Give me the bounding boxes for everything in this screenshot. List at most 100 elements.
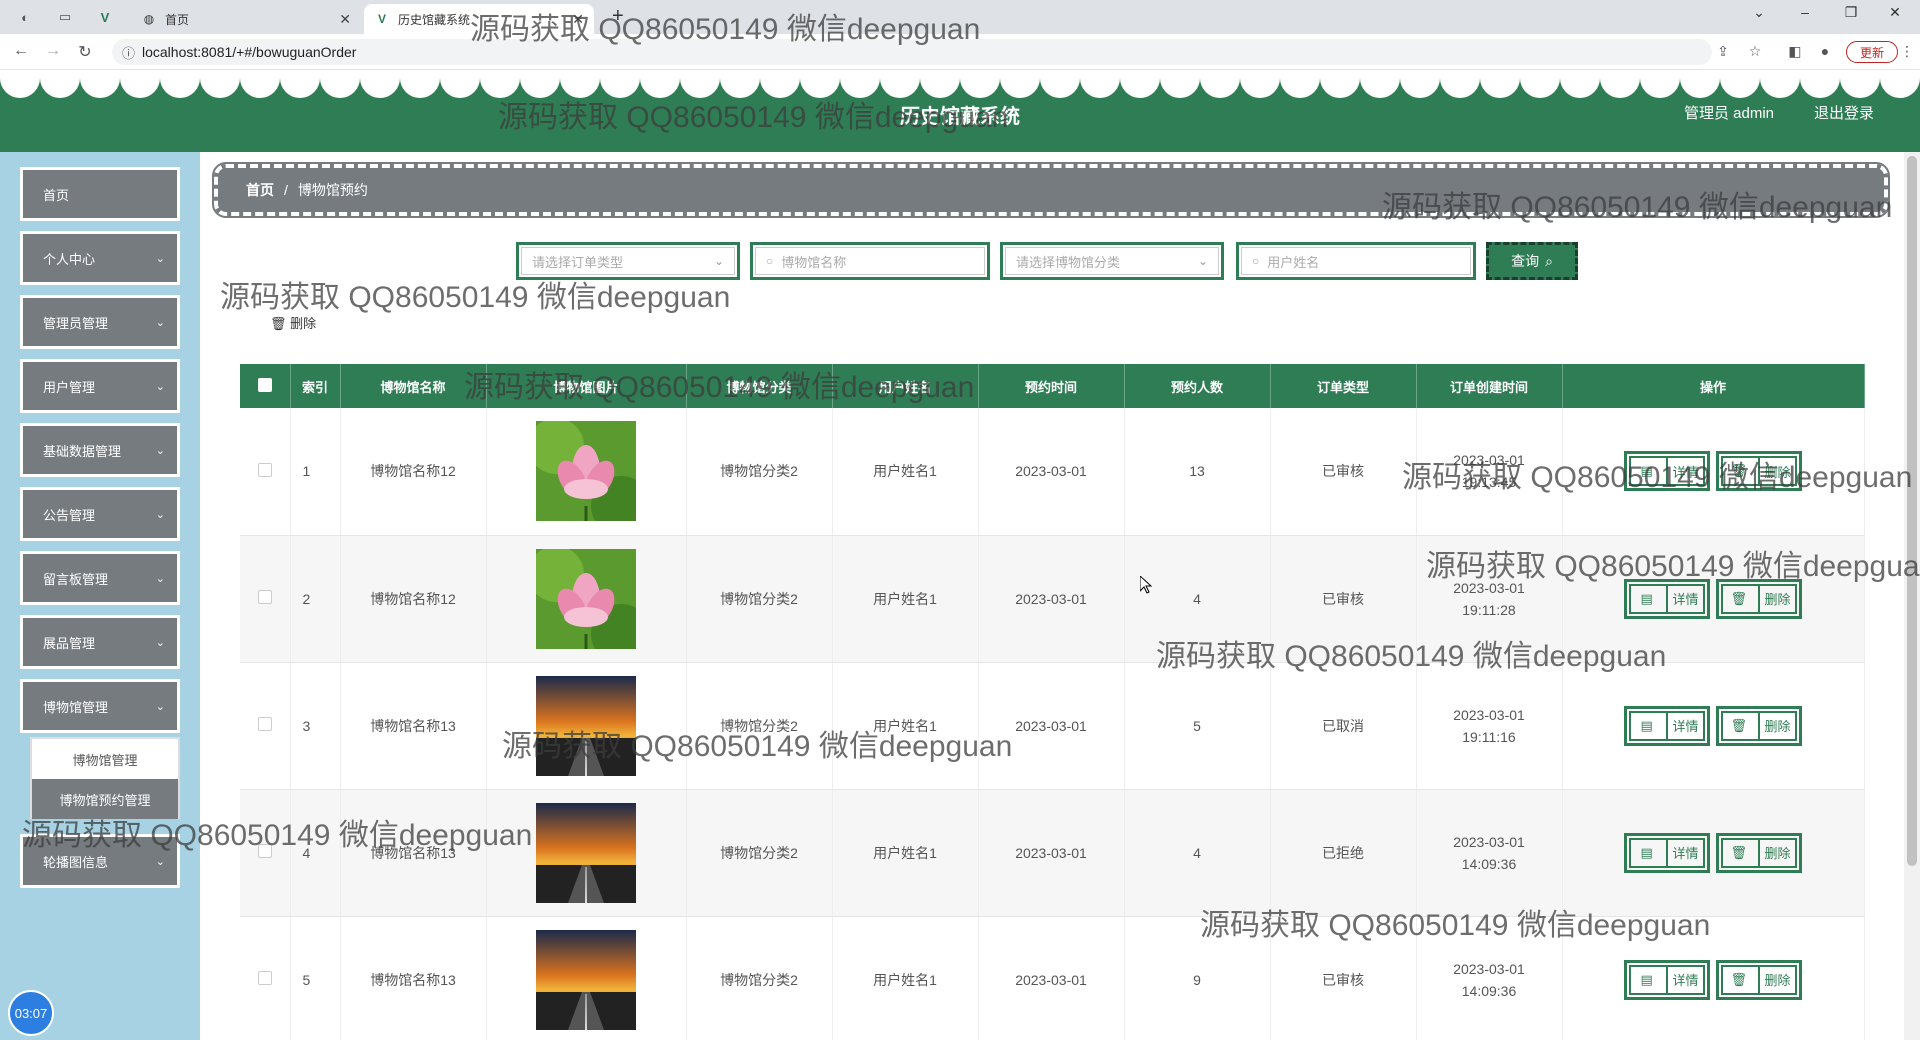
museum-name-input[interactable]: ○ 博物馆名称 (750, 242, 990, 280)
scallop-shape (1440, 70, 1480, 98)
cell-count: 4 (1124, 535, 1271, 663)
detail-button[interactable]: ▤ 详情 (1624, 451, 1710, 492)
vue-tab-icon[interactable]: V (92, 6, 118, 28)
logout-link[interactable]: 退出登录 (1814, 102, 1874, 123)
cell-actions: ▤ 详情 🗑 删除 (1562, 916, 1865, 1040)
row-checkbox[interactable] (257, 717, 272, 731)
forward-icon[interactable]: → (42, 42, 64, 60)
cell-category: 博物馆分类2 (686, 408, 833, 536)
trash-icon: 🗑 (1722, 457, 1759, 486)
sidebar-item-7[interactable]: 展品管理 ⌄ (20, 615, 180, 669)
scallop-shape (960, 70, 1000, 98)
sidebar-item-label: 博物馆管理 (43, 699, 109, 715)
detail-button[interactable]: ▤ 详情 (1624, 959, 1710, 1000)
sidebar-item-8[interactable]: 博物馆管理 ⌄ (20, 679, 180, 733)
submenu-item-museum-order[interactable]: 博物馆预约管理 (32, 779, 178, 819)
reload-icon[interactable]: ↻ (74, 42, 96, 62)
share-icon[interactable]: ⇪ (1712, 43, 1734, 60)
sidebar-item-9[interactable]: 轮播图信息 ⌄ (20, 834, 180, 888)
museum-thumbnail[interactable] (536, 802, 636, 903)
scallop-shape (640, 70, 680, 98)
breadcrumb-home[interactable]: 首页 (246, 180, 274, 200)
table-row: 4 博物馆名称13 博物馆分类2 用户姓名1 2023-03-01 4 已拒绝 2023-03… (240, 789, 1865, 917)
user-name-input[interactable]: ○ 用户姓名 (1236, 242, 1476, 280)
trash-icon: 🗑 (1722, 584, 1759, 613)
column-header[interactable]: 博物馆图片 (486, 364, 687, 408)
cell-index: 3 (290, 662, 341, 790)
bookmark-star-icon[interactable]: ☆ (1744, 43, 1766, 60)
page-scrollbar-thumb[interactable] (1907, 156, 1917, 866)
column-header[interactable]: 预约人数 (1124, 364, 1271, 408)
sidebar-item-5[interactable]: 公告管理 ⌄ (20, 487, 180, 541)
scallop-shape (1480, 70, 1520, 98)
sidebar-item-0[interactable]: 首页 (20, 167, 180, 221)
breadcrumb: 首页 / 博物馆预约 (212, 162, 1890, 218)
window-close-icon[interactable]: ✕ (1880, 4, 1910, 21)
browser-tab-home[interactable]: ◍ 首页 ✕ (131, 4, 361, 34)
delete-button[interactable]: 🗑 删除 (1716, 832, 1802, 873)
minimize-icon[interactable]: – (1790, 4, 1820, 20)
row-checkbox[interactable] (257, 844, 272, 858)
address-bar[interactable]: ⓘ localhost:8081/+#/bowuguanOrder (112, 39, 1712, 65)
back-icon[interactable]: ← (10, 42, 32, 60)
detail-button[interactable]: ▤ 详情 (1624, 705, 1710, 746)
cell-museum-name: 博物馆名称13 (340, 789, 487, 917)
delete-button[interactable]: 🗑 删除 (1716, 578, 1802, 619)
column-header[interactable]: 博物馆名称 (340, 364, 487, 408)
sidepanel-icon[interactable]: ◧ (1784, 43, 1806, 60)
detail-button[interactable]: ▤ 详情 (1624, 578, 1710, 619)
museum-thumbnail[interactable] (536, 548, 636, 649)
museum-category-select[interactable]: 请选择博物馆分类 ⌄ (1000, 242, 1224, 280)
delete-button[interactable]: 🗑 删除 (1716, 959, 1802, 1000)
info-icon[interactable]: ⓘ (122, 43, 135, 62)
delete-button[interactable]: 🗑 删除 (1716, 705, 1802, 746)
museum-thumbnail[interactable] (536, 421, 636, 522)
sidebar-item-6[interactable]: 留言板管理 ⌄ (20, 551, 180, 605)
row-checkbox[interactable] (257, 462, 272, 477)
chevron-down-icon: ⌄ (155, 701, 165, 713)
scallop-shape (1880, 70, 1920, 98)
batch-delete-button[interactable]: 🗑 删除 (270, 313, 316, 332)
browser-tab-active[interactable]: V 历史馆藏系统 ✕ (364, 4, 594, 34)
sidebar-item-3[interactable]: 用户管理 ⌄ (20, 359, 180, 413)
restore-icon[interactable]: ❐ (1836, 4, 1866, 21)
row-checkbox[interactable] (257, 590, 272, 604)
select-all-cell (240, 364, 291, 408)
museum-thumbnail[interactable] (536, 675, 636, 776)
sidebar-item-1[interactable]: 个人中心 ⌄ (20, 231, 180, 285)
cell-actions: ▤ 详情 🗑 删除 (1562, 408, 1865, 536)
scallop-shape (600, 70, 640, 98)
detail-label: 详情 (1667, 965, 1704, 994)
sidebar-item-2[interactable]: 管理员管理 ⌄ (20, 295, 180, 349)
column-header[interactable]: 用户姓名 (832, 364, 979, 408)
cell-user: 用户姓名1 (832, 789, 979, 917)
column-header[interactable]: 订单创建时间 (1416, 364, 1563, 408)
close-icon[interactable]: ✕ (572, 11, 584, 28)
query-button[interactable]: 查询 ⌕ (1486, 242, 1578, 280)
museum-name-placeholder: 博物馆名称 (781, 254, 847, 270)
museum-thumbnail[interactable] (536, 929, 636, 1030)
tab-search-icon[interactable]: ⌄ (1744, 4, 1774, 21)
column-header[interactable]: 博物馆分类 (686, 364, 833, 408)
column-header[interactable]: 预约时间 (978, 364, 1125, 408)
pinned-tab-icon[interactable]: ▭ (52, 6, 78, 28)
scallop-shape (80, 70, 120, 98)
more-icon[interactable]: ⋮ (1896, 43, 1918, 60)
detail-button[interactable]: ▤ 详情 (1624, 832, 1710, 873)
scallop-shape (320, 70, 360, 98)
update-button[interactable]: 更新 (1846, 41, 1898, 63)
order-type-select[interactable]: 请选择订单类型 ⌄ (516, 242, 740, 280)
cell-status: 已审核 (1270, 535, 1417, 663)
column-header[interactable]: 索引 (290, 364, 341, 408)
delete-button[interactable]: 🗑 删除 (1716, 451, 1802, 492)
browser-menu-icon[interactable]: ◐ (12, 6, 38, 28)
select-all-checkbox[interactable] (257, 377, 272, 392)
submenu-item-museum[interactable]: 博物馆管理 (32, 739, 178, 779)
close-icon[interactable]: ✕ (339, 11, 351, 28)
sidebar-item-4[interactable]: 基础数据管理 ⌄ (20, 423, 180, 477)
profile-icon[interactable]: ● (1814, 43, 1836, 59)
new-tab-icon[interactable]: + (612, 5, 624, 28)
row-checkbox[interactable] (257, 971, 272, 985)
column-header[interactable]: 订单类型 (1270, 364, 1417, 408)
clock-badge: 03:07 (8, 990, 54, 1036)
